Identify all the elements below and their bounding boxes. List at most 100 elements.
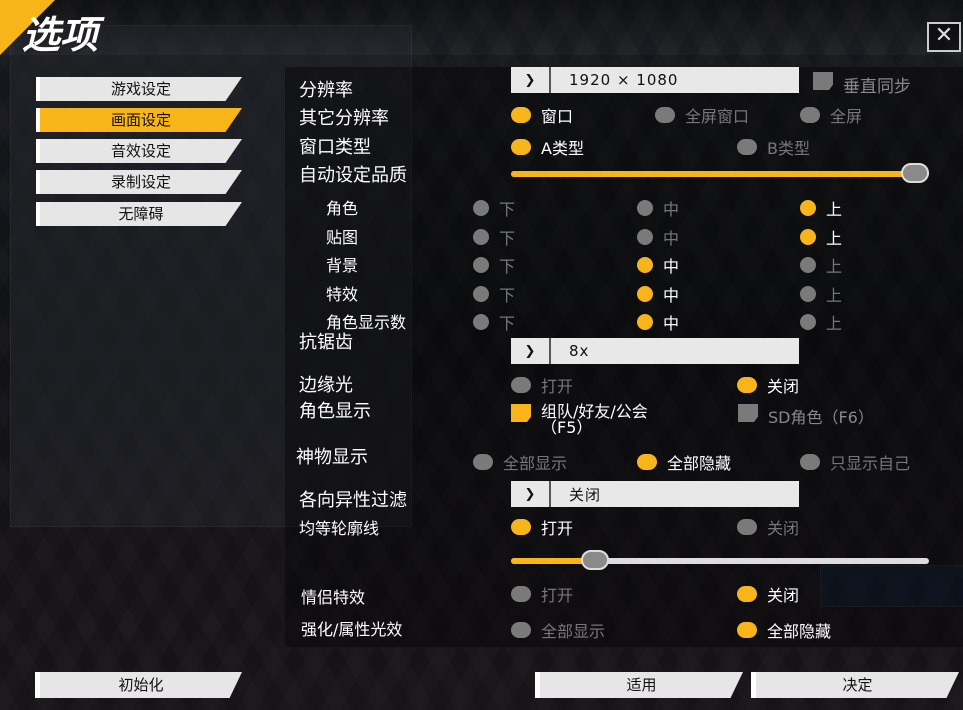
radio-quality-2-2[interactable]: 中 — [637, 225, 679, 249]
radio-icon — [800, 229, 816, 245]
edge-light-label: 边缘光 — [299, 375, 353, 396]
radio-quality-5-3[interactable]: 上 — [800, 310, 842, 334]
sd-character-checkbox[interactable]: SD角色（F6） — [738, 404, 874, 428]
radio-couple-off[interactable]: 关闭 — [737, 582, 799, 606]
radio-label: 上 — [826, 314, 843, 333]
radio-couple-on[interactable]: 打开 — [511, 582, 573, 606]
radio-fullscreen-window[interactable]: 全屏窗口 — [655, 103, 749, 127]
slider-handle[interactable] — [901, 163, 929, 183]
title-bar: 选项 ✕ — [0, 0, 963, 57]
radio-fullscreen[interactable]: 全屏 — [800, 103, 862, 127]
radio-edge-on[interactable]: 打开 — [511, 373, 573, 397]
quality-row-label: 特效 — [326, 285, 359, 304]
radio-quality-2-3[interactable]: 上 — [800, 225, 842, 249]
radio-icon — [637, 229, 653, 245]
radio-artifact-self[interactable]: 只显示自己 — [800, 450, 910, 474]
radio-label: 上 — [826, 286, 843, 305]
sidebar-item-graphics[interactable]: 画面设定 — [36, 108, 242, 132]
radio-quality-3-1[interactable]: 下 — [473, 253, 515, 277]
radio-icon — [511, 107, 531, 123]
slider-handle[interactable] — [580, 550, 609, 570]
sidebar-item-recording[interactable]: 录制设定 — [36, 170, 242, 194]
radio-icon — [637, 286, 653, 302]
radio-outline-off[interactable]: 关闭 — [737, 515, 799, 539]
radio-artifact-hide-all[interactable]: 全部隐藏 — [637, 450, 731, 474]
radio-quality-1-1[interactable]: 下 — [473, 196, 515, 220]
antialias-value: 8x — [569, 342, 590, 360]
auto-quality-slider[interactable] — [511, 163, 929, 183]
radio-icon — [511, 586, 531, 602]
radio-icon — [511, 139, 531, 155]
radio-quality-3-2[interactable]: 中 — [637, 253, 679, 277]
radio-quality-1-2[interactable]: 中 — [637, 196, 679, 220]
radio-label: 上 — [826, 229, 843, 248]
other-resolution-label: 其它分辨率 — [299, 108, 389, 129]
radio-windowed[interactable]: 窗口 — [511, 103, 573, 127]
close-button[interactable]: ✕ — [927, 22, 961, 52]
reset-button[interactable]: 初始化 — [35, 672, 242, 698]
vsync-checkbox[interactable]: 垂直同步 — [813, 72, 911, 97]
quality-row-label: 背景 — [326, 256, 359, 275]
resolution-label: 分辨率 — [299, 80, 353, 101]
radio-label: 中 — [663, 257, 680, 276]
anisotropic-label: 各向异性过滤 — [299, 490, 407, 511]
sidebar-item-game[interactable]: 游戏设定 — [36, 77, 242, 101]
radio-label: 中 — [663, 200, 680, 219]
couple-effect-label: 情侣特效 — [301, 588, 366, 607]
radio-icon — [800, 314, 816, 330]
anisotropic-dropdown[interactable]: ❯ 关闭 — [511, 481, 799, 507]
radio-icon — [655, 107, 675, 123]
radio-icon — [473, 200, 489, 216]
radio-label: 全部显示 — [503, 454, 568, 473]
party-friend-guild-checkbox[interactable]: 组队/好友/公会 （F5） — [511, 404, 648, 436]
radio-label: 下 — [499, 229, 516, 248]
party-hotkey-text: （F5） — [541, 418, 593, 437]
radio-label: B类型 — [767, 139, 810, 158]
radio-outline-on[interactable]: 打开 — [511, 515, 573, 539]
radio-quality-4-2[interactable]: 中 — [637, 282, 679, 306]
radio-label: 上 — [826, 200, 843, 219]
radio-label: 中 — [663, 229, 680, 248]
radio-quality-4-1[interactable]: 下 — [473, 282, 515, 306]
radio-edge-off[interactable]: 关闭 — [737, 373, 799, 397]
radio-label: 全屏窗口 — [685, 107, 750, 126]
radio-artifact-show-all[interactable]: 全部显示 — [473, 450, 567, 474]
radio-icon — [737, 139, 757, 155]
radio-label: 下 — [499, 314, 516, 333]
checkbox-icon — [511, 404, 531, 422]
radio-quality-5-1[interactable]: 下 — [473, 310, 515, 334]
confirm-button[interactable]: 决定 — [751, 672, 959, 698]
radio-label: 全部显示 — [541, 622, 606, 641]
radio-label: 打开 — [541, 377, 574, 396]
radio-glow-show-all[interactable]: 全部显示 — [511, 618, 605, 642]
radio-label: 打开 — [541, 519, 574, 538]
radio-quality-2-1[interactable]: 下 — [473, 225, 515, 249]
antialias-dropdown[interactable]: ❯ 8x — [511, 338, 799, 364]
radio-type-a[interactable]: A类型 — [511, 135, 584, 159]
enhance-glow-label: 强化/属性光效 — [301, 620, 403, 639]
chevron-down-icon: ❯ — [511, 67, 551, 93]
radio-icon — [800, 107, 820, 123]
quality-row-label: 贴图 — [326, 228, 359, 247]
radio-quality-4-3[interactable]: 上 — [800, 282, 842, 306]
radio-icon — [737, 586, 757, 602]
checkbox-icon — [738, 404, 758, 422]
resolution-dropdown[interactable]: ❯ 1920 × 1080 — [511, 67, 799, 93]
radio-icon — [737, 519, 757, 535]
radio-quality-1-3[interactable]: 上 — [800, 196, 842, 220]
radio-icon — [737, 377, 757, 393]
radio-type-b[interactable]: B类型 — [737, 135, 810, 159]
sidebar-item-accessibility[interactable]: 无障碍 — [36, 202, 242, 226]
radio-glow-hide-all[interactable]: 全部隐藏 — [737, 618, 831, 642]
radio-label: 全屏 — [830, 107, 863, 126]
radio-quality-5-2[interactable]: 中 — [637, 310, 679, 334]
radio-quality-3-3[interactable]: 上 — [800, 253, 842, 277]
radio-icon — [737, 622, 757, 638]
sidebar-item-sound[interactable]: 音效设定 — [36, 139, 242, 163]
radio-icon — [800, 454, 820, 470]
antialias-label: 抗锯齿 — [299, 332, 353, 353]
radio-label: 关闭 — [767, 586, 800, 605]
apply-button[interactable]: 适用 — [535, 672, 743, 698]
outline-slider[interactable] — [511, 550, 929, 570]
radio-label: 上 — [826, 257, 843, 276]
